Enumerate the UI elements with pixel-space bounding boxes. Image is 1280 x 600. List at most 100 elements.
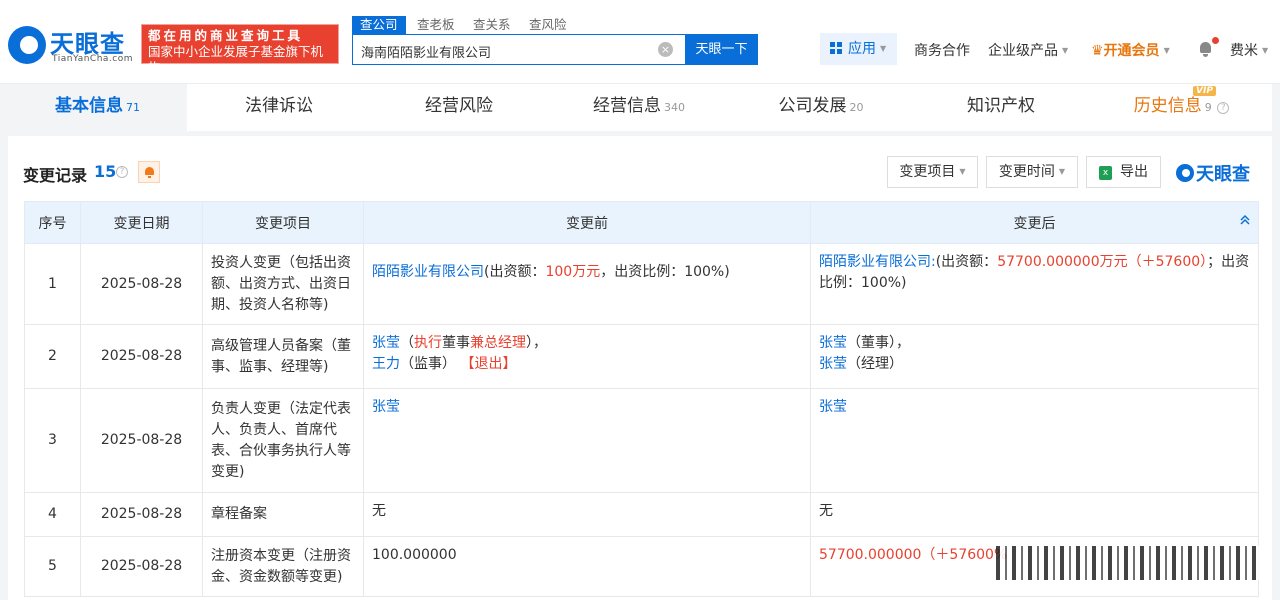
filter-change-item[interactable]: 变更项目 ▼ <box>887 156 978 188</box>
amount: 100万元 <box>545 264 601 280</box>
table-row: 3 2025-08-28 负责人变更（法定代表人、负责人、首席代表、合伙事务执行… <box>24 388 1259 493</box>
barcode-watermark <box>996 546 1260 580</box>
cell-no: 4 <box>24 492 81 537</box>
nav-open-vip[interactable]: ♛开通会员 ▼ <box>1091 40 1170 60</box>
export-label: 导出 <box>1120 164 1148 180</box>
role: （监事） <box>400 356 456 372</box>
cell-date: 2025-08-28 <box>80 388 203 493</box>
help-icon[interactable]: ? <box>116 166 128 178</box>
search-button[interactable]: 天眼一下 <box>685 34 758 65</box>
text: (出资额： <box>935 254 998 270</box>
person-link[interactable]: 张莹 <box>819 356 847 372</box>
slogan-line-1: 都在用的商业查询工具 <box>148 28 304 43</box>
notification-bell-icon[interactable] <box>1198 41 1213 57</box>
tab-legal[interactable]: 法律诉讼 <box>187 84 371 131</box>
tab-count: 71 <box>126 101 140 114</box>
cell-after: 无 <box>810 492 1259 537</box>
tab-basic-info[interactable]: 基本信息 71 <box>8 84 187 131</box>
exit-tag: 【退出】 <box>460 356 517 372</box>
caret-down-icon: ▼ <box>1262 46 1269 55</box>
cell-date: 2025-08-28 <box>80 536 203 597</box>
tab-business-risk[interactable]: 经营风险 <box>371 84 547 131</box>
cell-after: 张莹 <box>810 388 1259 493</box>
cell-no: 5 <box>24 536 81 597</box>
tab-company-development[interactable]: 公司发展 20 <box>731 84 911 131</box>
export-button[interactable]: x 导出 <box>1086 156 1161 188</box>
nav-enterprise-label: 企业级产品 <box>988 43 1058 59</box>
cell-no: 1 <box>24 243 81 325</box>
filter-change-time[interactable]: 变更时间 ▼ <box>986 156 1078 188</box>
help-icon: ? <box>1217 102 1230 114</box>
cell-item: 投资人变更（包括出资额、出资方式、出资日期、投资人名称等) <box>202 243 364 325</box>
cell-before: 张莹 <box>363 388 811 493</box>
table-row: 4 2025-08-28 章程备案 无 无 <box>24 492 1259 537</box>
person-link[interactable]: 张莹 <box>372 335 400 351</box>
tab-search-company[interactable]: 查公司 <box>352 16 406 34</box>
vip-badge: VIP <box>1193 86 1216 96</box>
person-link[interactable]: 张莹 <box>372 399 400 415</box>
col-header-no: 序号 <box>24 201 81 244</box>
col-header-date: 变更日期 <box>80 201 203 244</box>
tab-label: 经营风险 <box>425 96 493 116</box>
slogan-banner[interactable]: 都在用的商业查询工具 国家中小企业发展子基金旗下机构 <box>141 24 339 75</box>
company-link[interactable]: 陌陌影业有限公司: <box>819 254 936 270</box>
caret-down-icon: ▼ <box>1058 167 1066 176</box>
tab-search-risk[interactable]: 查风险 <box>529 16 567 34</box>
cell-no: 3 <box>24 388 81 493</box>
cell-date: 2025-08-28 <box>80 324 203 389</box>
table-row: 1 2025-08-28 投资人变更（包括出资额、出资方式、出资日期、投资人名称… <box>24 243 1259 325</box>
cell-after: 陌陌影业有限公司:(出资额：57700.000000万元（＋57600）；出资比… <box>810 243 1259 325</box>
col-header-item: 变更项目 <box>202 201 364 244</box>
person-link[interactable]: 张莹 <box>819 335 847 351</box>
tab-label: 公司发展 <box>778 96 847 116</box>
caret-down-icon: ▼ <box>1163 46 1170 55</box>
user-menu[interactable]: 费米 ▼ <box>1230 40 1268 60</box>
cell-item: 注册资本变更（注册资金、资金数额等变更) <box>202 536 364 597</box>
collapse-chevron-icon[interactable] <box>1239 214 1251 226</box>
cell-date: 2025-08-28 <box>80 243 203 325</box>
slogan-line-2: 国家中小企业发展子基金旗下机构 <box>148 44 324 75</box>
eye-logo-icon <box>1176 164 1194 182</box>
logo-domain: TianYanCha.com <box>52 54 134 64</box>
amount: 57700.000000万元（＋57600） <box>997 254 1208 270</box>
tab-search-boss[interactable]: 查老板 <box>417 16 455 34</box>
cell-before: 无 <box>363 492 811 537</box>
role-highlight: 兼总经理 <box>470 335 526 351</box>
tab-intellectual-property[interactable]: 知识产权 <box>911 84 1091 131</box>
amount: 57700.000000（＋57600% <box>819 547 1008 563</box>
apps-menu-button[interactable]: 应用 ▼ <box>820 33 897 65</box>
role-highlight: 执行 <box>414 335 442 351</box>
tab-label: 历史信息 <box>1133 96 1202 116</box>
role: （董事）， <box>847 335 910 351</box>
main-tabs: 基本信息 71 法律诉讼 经营风险 经营信息 340 公司发展 20 知识产权 历史信… <box>8 84 1272 131</box>
tab-search-relation[interactable]: 查关系 <box>473 16 511 34</box>
monitor-bell-icon[interactable] <box>138 161 160 183</box>
tab-business-info[interactable]: 经营信息 340 <box>547 84 731 131</box>
nav-enterprise-products[interactable]: 企业级产品 ▼ <box>988 40 1068 60</box>
tab-history-info[interactable]: 历史信息 9 ? <box>1091 84 1272 131</box>
company-link[interactable]: 陌陌影业有限公司 <box>372 264 484 280</box>
text: （ <box>400 335 414 351</box>
person-link[interactable]: 王力 <box>372 356 400 372</box>
crown-icon: ♛ <box>1091 43 1104 59</box>
search-input-value: 海南陌陌影业有限公司 <box>361 46 492 61</box>
person-link[interactable]: 张莹 <box>819 399 847 415</box>
nav-vip-label: 开通会员 <box>1103 43 1160 59</box>
section-count: 15 <box>94 162 117 181</box>
filter-time-label: 变更时间 <box>998 164 1055 180</box>
caret-down-icon: ▼ <box>959 167 966 176</box>
table-header-row: 序号 变更日期 变更项目 变更前 变更后 <box>24 201 1259 244</box>
nav-business-cooperation[interactable]: 商务合作 <box>914 40 970 60</box>
clear-icon[interactable]: × <box>658 42 673 57</box>
cell-item: 负责人变更（法定代表人、负责人、首席代表、合伙事务执行人等变更) <box>202 388 364 493</box>
tab-label: 经营信息 <box>593 96 661 116</box>
tab-label: 知识产权 <box>967 96 1035 116</box>
col-header-after: 变更后 <box>810 201 1259 244</box>
cell-item: 高级管理人员备案（董事、监事、经理等) <box>202 324 364 389</box>
user-name: 费米 <box>1230 43 1258 59</box>
search-input[interactable]: 海南陌陌影业有限公司 × <box>352 34 686 65</box>
tianyancha-logo[interactable]: 天眼查 TianYanCha.com <box>8 24 136 68</box>
text: ）， <box>526 335 547 351</box>
cell-item: 章程备案 <box>202 492 364 537</box>
tianyancha-watermark-logo: 天眼查 <box>1176 160 1250 186</box>
